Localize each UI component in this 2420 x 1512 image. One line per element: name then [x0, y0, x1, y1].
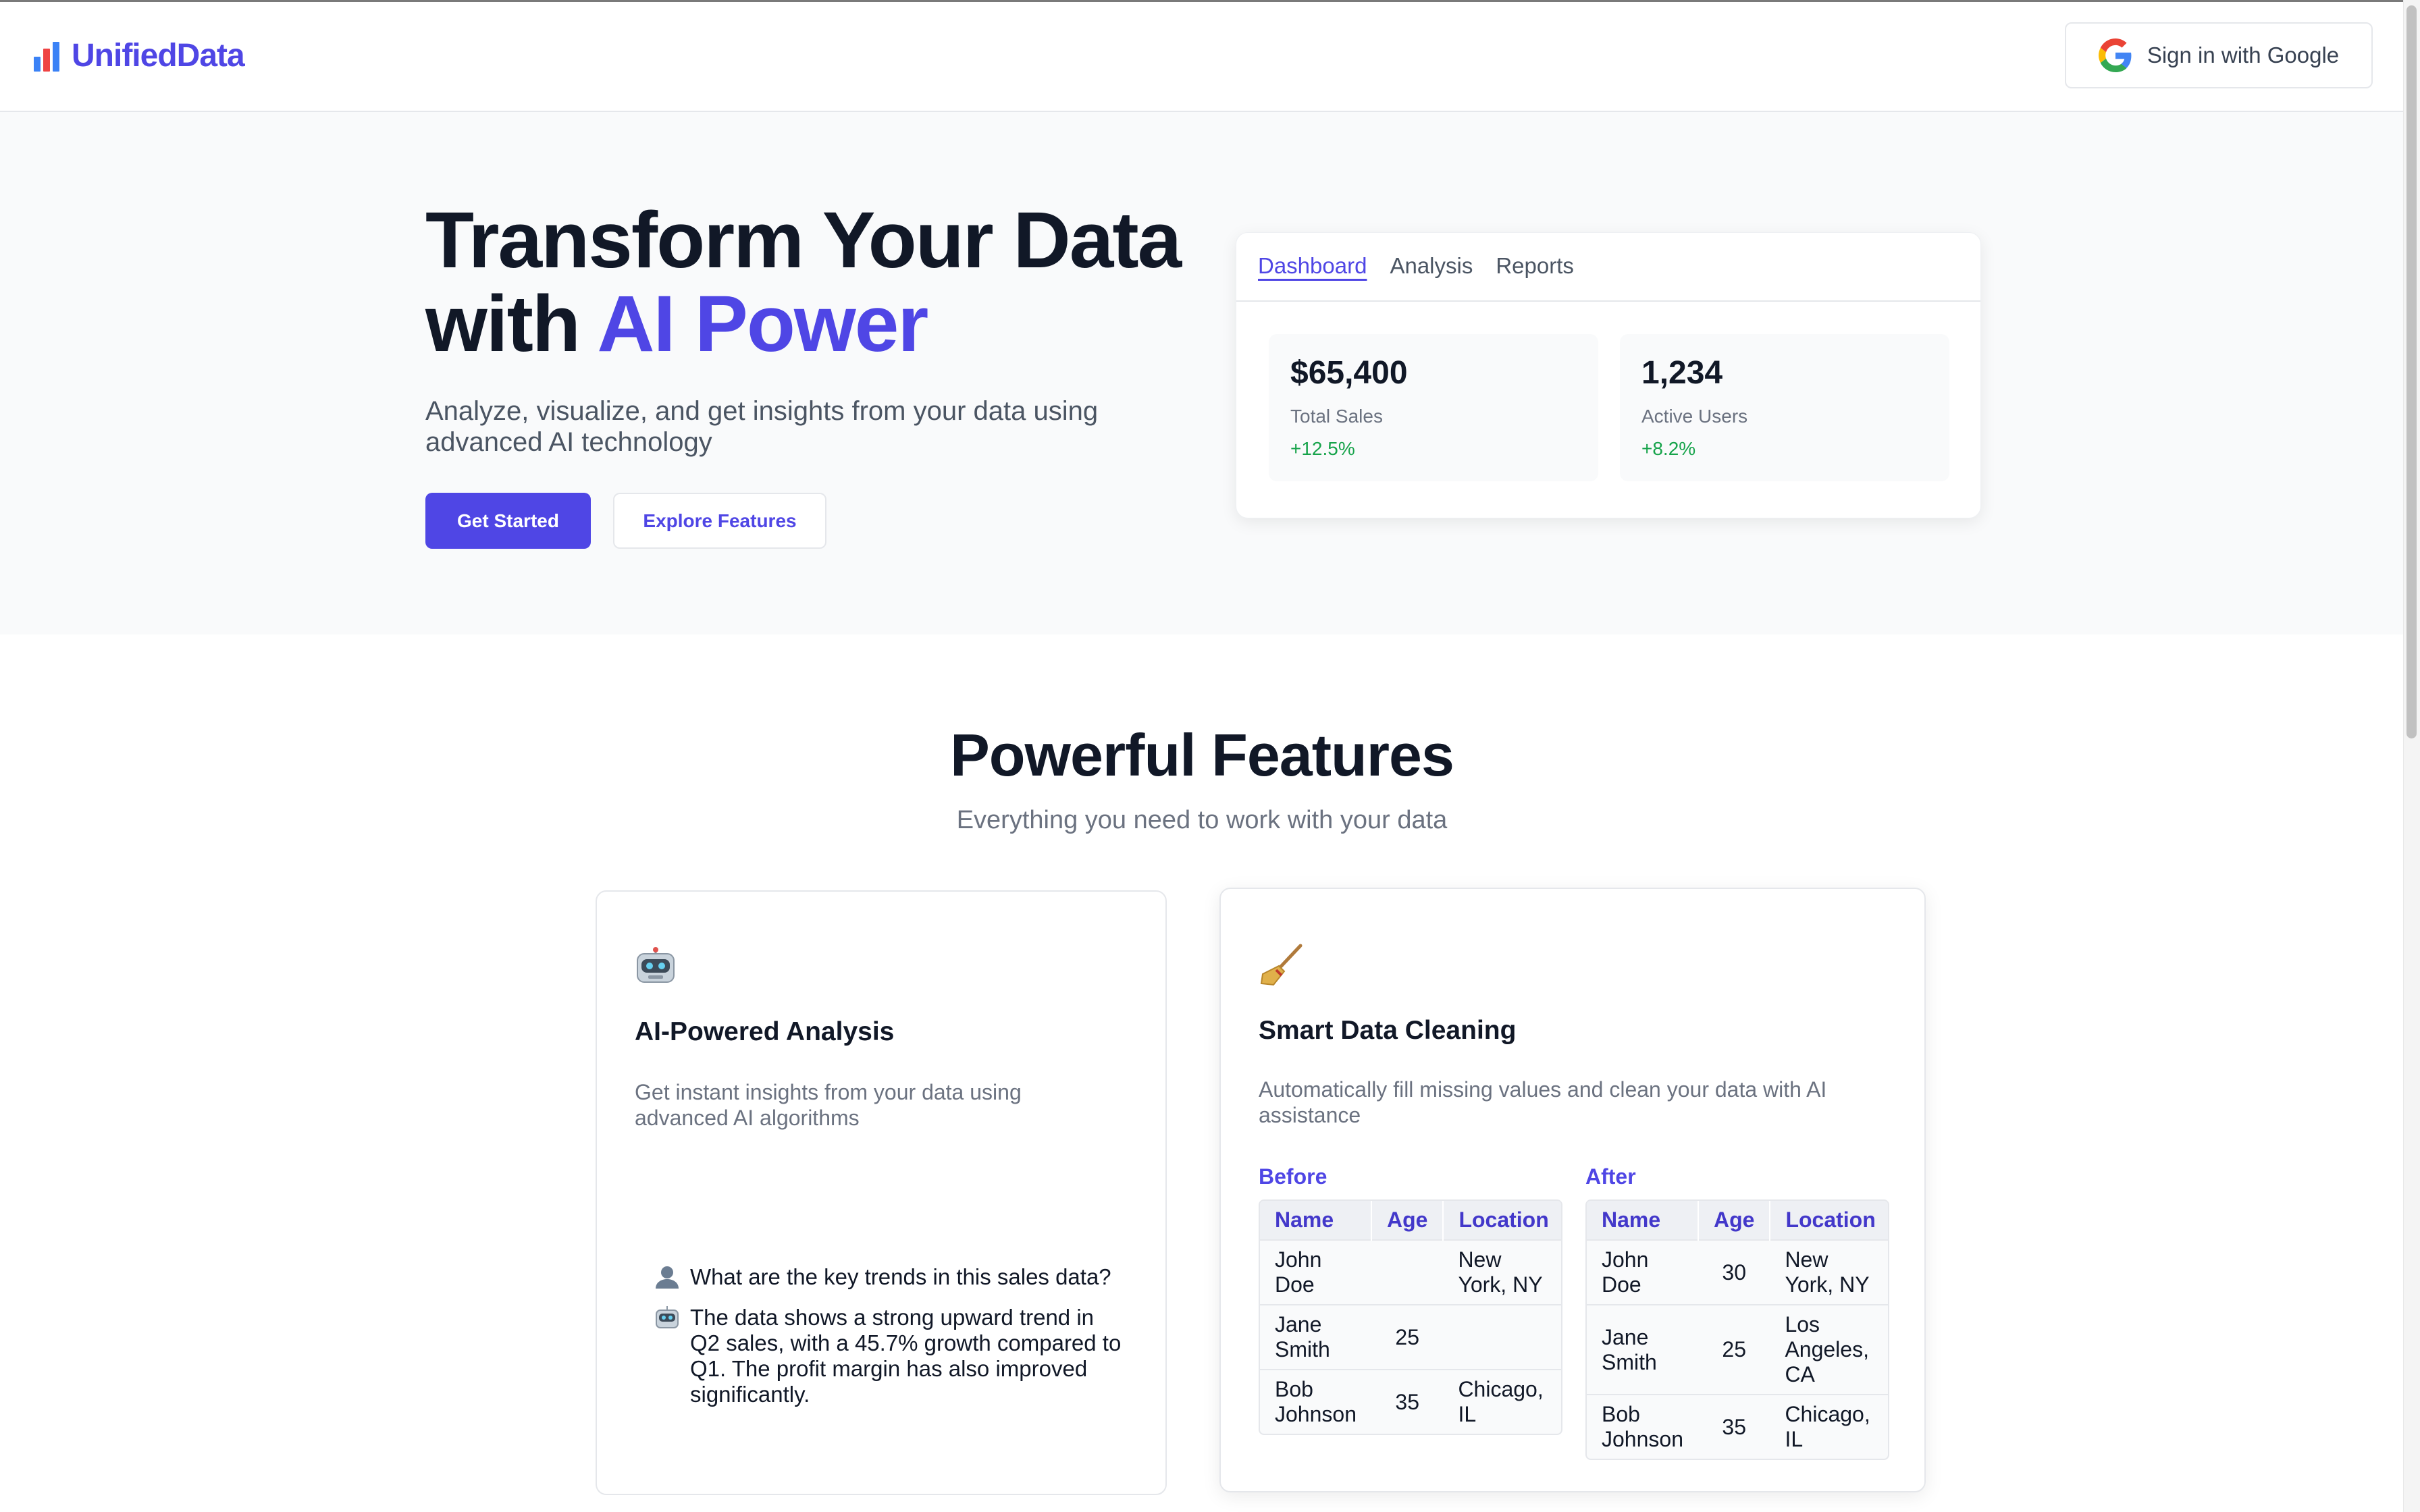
chat-preview: What are the key trends in this sales da…	[654, 1264, 1126, 1422]
tabs-divider	[1236, 300, 1980, 302]
cell-name: Bob Johnson	[1587, 1394, 1698, 1459]
table-row: Bob Johnson 35 Chicago, IL	[1260, 1369, 1561, 1434]
cell-age: 30	[1698, 1239, 1770, 1305]
bar-chart-icon	[34, 40, 62, 72]
cell-age: 25	[1371, 1304, 1444, 1370]
feature-card-data-cleaning: Smart Data Cleaning Automatically fill m…	[1219, 888, 1926, 1492]
cell-location: Chicago, IL	[1443, 1369, 1561, 1434]
before-table: Name Age Location John Doe New York, NY …	[1259, 1199, 1562, 1435]
cell-age	[1371, 1239, 1444, 1305]
cell-location: Chicago, IL	[1770, 1394, 1888, 1459]
stat-change: +12.5%	[1290, 438, 1355, 459]
tab-analysis[interactable]: Analysis	[1390, 253, 1473, 279]
cell-location: Los Angeles, CA	[1770, 1304, 1888, 1395]
scrollbar-thumb[interactable]	[2406, 5, 2417, 738]
dashboard-preview-card: Dashboard Analysis Reports $65,400 Total…	[1236, 232, 1981, 518]
hero-title-line2-prefix: with	[425, 279, 598, 369]
dashboard-tabs: Dashboard Analysis Reports	[1258, 253, 1574, 279]
get-started-button[interactable]: Get Started	[425, 493, 591, 549]
cell-location	[1443, 1304, 1561, 1370]
brand-name: UnifiedData	[72, 38, 245, 74]
after-table: Name Age Location John Doe 30 New York, …	[1585, 1199, 1889, 1460]
cell-location: New York, NY	[1770, 1239, 1888, 1305]
column-header: Location	[1770, 1201, 1888, 1240]
chat-text: The data shows a strong upward trend in …	[690, 1305, 1122, 1407]
hero-subtitle: Analyze, visualize, and get insights fro…	[425, 396, 1099, 457]
sign-in-google-button[interactable]: Sign in with Google	[2065, 22, 2373, 88]
chat-text: What are the key trends in this sales da…	[690, 1264, 1111, 1289]
before-label: Before	[1259, 1164, 1327, 1189]
stat-card-total-sales: $65,400 Total Sales +12.5%	[1269, 334, 1598, 481]
cell-location: New York, NY	[1443, 1239, 1561, 1305]
column-header: Age	[1698, 1201, 1771, 1240]
stat-card-active-users: 1,234 Active Users +8.2%	[1620, 334, 1949, 481]
cell-age: 25	[1698, 1304, 1770, 1395]
explore-features-button[interactable]: Explore Features	[613, 493, 826, 549]
table-row: Jane Smith 25	[1260, 1304, 1561, 1370]
broom-icon	[1260, 944, 1303, 986]
table-row: John Doe 30 New York, NY	[1587, 1239, 1888, 1305]
page-scrollbar[interactable]	[2403, 0, 2420, 1512]
stat-change: +8.2%	[1641, 438, 1696, 459]
hero-section: Transform Your Data with AI Power Analyz…	[0, 112, 2404, 634]
features-title: Powerful Features	[950, 722, 1454, 788]
cell-name: John Doe	[1260, 1239, 1371, 1305]
table-row: Jane Smith 25 Los Angeles, CA	[1587, 1304, 1888, 1395]
cell-name: Jane Smith	[1587, 1304, 1698, 1395]
feature-title: AI-Powered Analysis	[635, 1017, 895, 1046]
chat-message-ai: The data shows a strong upward trend in …	[654, 1305, 1126, 1407]
after-label: After	[1585, 1164, 1636, 1189]
cell-age: 35	[1371, 1369, 1444, 1434]
stat-label: Total Sales	[1290, 406, 1383, 427]
features-subtitle: Everything you need to work with your da…	[956, 806, 1448, 834]
column-header: Name	[1260, 1201, 1372, 1240]
hero-title-line1: Transform Your Data	[425, 196, 1182, 285]
stat-value: $65,400	[1290, 355, 1408, 391]
table-row: Bob Johnson 35 Chicago, IL	[1587, 1394, 1888, 1459]
cell-name: Bob Johnson	[1260, 1369, 1371, 1434]
stat-label: Active Users	[1641, 406, 1748, 427]
hero-title: Transform Your Data with AI Power	[425, 196, 1182, 369]
navbar: UnifiedData Sign in with Google	[0, 2, 2404, 112]
feature-title: Smart Data Cleaning	[1259, 1016, 1517, 1045]
user-icon	[656, 1266, 679, 1289]
column-header: Location	[1443, 1201, 1561, 1240]
cell-name: Jane Smith	[1260, 1304, 1371, 1370]
google-icon	[2098, 38, 2132, 72]
robot-icon	[637, 947, 675, 983]
brand-logo[interactable]: UnifiedData	[34, 37, 245, 74]
feature-description: Get instant insights from your data usin…	[635, 1080, 1022, 1130]
feature-card-ai-analysis: AI-Powered Analysis Get instant insights…	[596, 890, 1167, 1495]
stat-value: 1,234	[1641, 355, 1723, 391]
chat-message-user: What are the key trends in this sales da…	[654, 1264, 1126, 1290]
robot-icon	[656, 1306, 679, 1328]
column-header: Age	[1371, 1201, 1444, 1240]
cell-age: 35	[1698, 1394, 1770, 1459]
cell-name: John Doe	[1587, 1239, 1698, 1305]
feature-description: Automatically fill missing values and cl…	[1259, 1077, 1827, 1127]
sign-in-label: Sign in with Google	[2147, 43, 2340, 68]
tab-reports[interactable]: Reports	[1496, 253, 1574, 279]
table-row: John Doe New York, NY	[1260, 1239, 1561, 1305]
hero-title-accent: AI Power	[597, 279, 928, 369]
tab-dashboard[interactable]: Dashboard	[1258, 253, 1367, 279]
column-header: Name	[1587, 1201, 1699, 1240]
